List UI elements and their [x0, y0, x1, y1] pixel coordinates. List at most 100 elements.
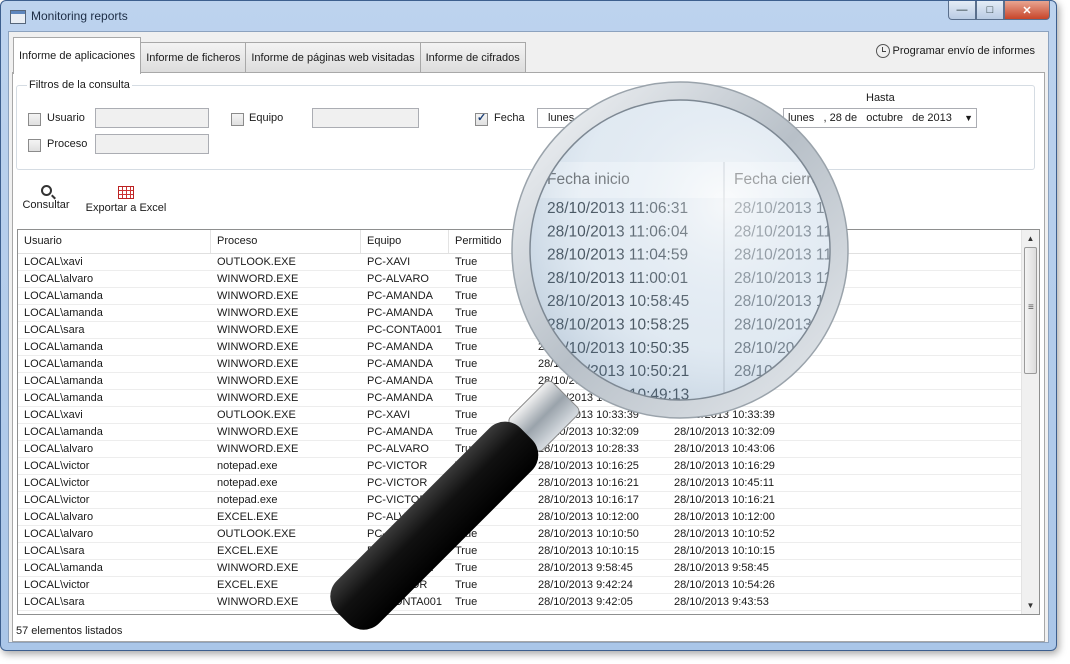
cell-proceso: WINWORD.EXE: [217, 341, 299, 353]
table-row[interactable]: LOCAL\amanda WINWORD.EXE PC-AMANDA True 28/1…: [18, 373, 1022, 390]
column-header-usuario[interactable]: Usuario: [18, 230, 211, 253]
cell-fecha-cierre: 28/10/20: [674, 358, 717, 370]
cell-proceso: WINWORD.EXE: [217, 290, 299, 302]
table-row[interactable]: LOCAL\sara WINWORD.EXE PC-CONTA001 True 28/1…: [18, 322, 1022, 339]
table-row[interactable]: LOCAL\amanda WINWORD.EXE PC-AMANDA True 28/1…: [18, 288, 1022, 305]
query-filters-group: Filtros de la consulta Usuario Equipo Pr…: [16, 79, 1035, 170]
table-row[interactable]: LOCAL\victor notepad.exe PC-VICTOR True 28/1…: [18, 492, 1022, 509]
cell-fecha-inicio: 28/10/2013 11:06:04: [538, 273, 639, 285]
schedule-reports-link[interactable]: Programar envío de informes: [875, 44, 1035, 58]
status-text: 57 elementos listados: [16, 625, 123, 637]
table-row[interactable]: LOCAL\alvaro EXCEL.EXE PC-ALVARO True 28/10/…: [18, 509, 1022, 526]
cell-proceso: OUTLOOK.EXE: [217, 256, 296, 268]
minimize-button[interactable]: —: [948, 1, 976, 20]
equipo-checkbox[interactable]: [231, 113, 244, 126]
export-excel-button[interactable]: Exportar a Excel: [85, 185, 167, 214]
close-button[interactable]: ✕: [1004, 1, 1050, 20]
cell-permitido: True: [455, 409, 478, 421]
cell-usuario: LOCAL\alvaro: [24, 443, 94, 455]
tab-informe-ficheros[interactable]: Informe de ficheros: [140, 42, 247, 73]
cell-usuario: LOCAL\amanda: [24, 307, 103, 319]
cell-fecha-inicio: 28/10/2013 9:58:45: [538, 562, 633, 574]
table-row[interactable]: LOCAL\alvaro WINWORD.EXE PC-ALVARO True 28/1…: [18, 441, 1022, 458]
tab-informe-aplicaciones[interactable]: Informe de aplicaciones: [13, 37, 142, 74]
cell-usuario: LOCAL\amanda: [24, 375, 103, 387]
cell-proceso: EXCEL.EXE: [217, 511, 279, 523]
cell-permitido: True: [455, 324, 478, 336]
table-row[interactable]: LOCAL\amanda WINWORD.EXE PC-AMANDA True 28/1…: [18, 390, 1022, 407]
table-row[interactable]: LOCAL\amanda WINWORD.EXE PC-AMANDA True 28/1…: [18, 339, 1022, 356]
usuario-input[interactable]: [95, 108, 209, 128]
cell-fecha-cierre: 28/10/2013 10:32:09: [674, 426, 775, 438]
cell-fecha-cierre: 28/10/2013 11: [674, 290, 744, 302]
table-row[interactable]: LOCAL\amanda WINWORD.EXE PC-AMANDA True 28/1…: [18, 560, 1022, 577]
cell-fecha-inicio: 28/10/2013 11:06:31: [538, 256, 639, 268]
cell-permitido: True: [455, 596, 478, 608]
cell-fecha-cierre: [668, 390, 834, 406]
maximize-button[interactable]: □: [976, 1, 1004, 20]
cell-fecha-cierre: 28/10/2013 10:43:06: [674, 443, 775, 455]
results-grid[interactable]: Usuario Proceso Equipo Permitido Fecha i…: [17, 229, 1040, 615]
cell-permitido: True: [455, 375, 478, 387]
cell-fecha-cierre: 28/10/2013: [674, 341, 730, 353]
table-row[interactable]: LOCAL\amanda WINWORD.EXE PC-AMANDA True 28/1…: [18, 424, 1022, 441]
table-row[interactable]: LOCAL\sara EXCEL.EXE PC-CONTA001 True 28/10/…: [18, 543, 1022, 560]
cell-permitido: True: [455, 341, 478, 353]
table-row[interactable]: LOCAL\xavi OUTLOOK.EXE PC-XAVI True 28/10/20…: [18, 254, 1022, 271]
table-row[interactable]: LOCAL\alvaro WINWORD.EXE PC-ALVARO True 28/1…: [18, 271, 1022, 288]
fecha-desde-picker[interactable]: lunes: [537, 108, 597, 128]
table-row[interactable]: LOCAL\victor EXCEL.EXE PC-VICTOR True 28/10/…: [18, 577, 1022, 594]
column-header-equipo[interactable]: Equipo: [361, 230, 449, 253]
column-header-permitido[interactable]: Permitido: [449, 230, 532, 253]
cell-usuario: LOCAL\amanda: [24, 290, 103, 302]
fecha-label: Fecha: [494, 112, 525, 124]
title-bar[interactable]: Monitoring reports — □ ✕: [1, 1, 1056, 31]
cell-fecha-inicio: 28/10/2013 11:04:59: [538, 290, 639, 302]
cell-equipo: PC-ALVARO: [367, 528, 429, 540]
fecha-hasta-picker[interactable]: lunes , 28 de octubre de 2013 ▼: [783, 108, 977, 128]
scroll-down-icon[interactable]: ▼: [1022, 597, 1039, 614]
fecha-checkbox[interactable]: [475, 111, 488, 126]
proceso-checkbox[interactable]: [28, 139, 41, 152]
tab-informe-cifrados[interactable]: Informe de cifrados: [419, 42, 526, 73]
cell-permitido: True: [455, 562, 478, 574]
column-header-proceso[interactable]: Proceso: [211, 230, 361, 253]
cell-fecha-cierre: 28/10/2013 10:10:52: [674, 528, 775, 540]
table-row[interactable]: LOCAL\xavi OUTLOOK.EXE PC-XAVI True 28/10/20…: [18, 407, 1022, 424]
scroll-up-icon[interactable]: ▲: [1022, 230, 1039, 247]
table-row[interactable]: LOCAL\victor notepad.exe PC-VICTOR True 28/1…: [18, 475, 1022, 492]
table-row[interactable]: LOCAL\sara WINWORD.EXE PC-CONTA001 True 28/1…: [18, 594, 1022, 611]
vertical-scrollbar[interactable]: ▲ ▼: [1021, 230, 1039, 614]
table-row[interactable]: LOCAL\alvaro OUTLOOK.EXE PC-ALVARO True 28/1…: [18, 526, 1022, 543]
column-header-fecha-inicio[interactable]: Fecha inicio: [532, 230, 668, 253]
cell-equipo: PC-VICTOR: [367, 477, 428, 489]
cell-fecha-inicio: 28/10/2013 10:58:25: [538, 341, 639, 353]
cell-fecha-inicio: 28/10/2013 10:50:21: [538, 375, 639, 387]
scroll-thumb[interactable]: [1024, 247, 1037, 374]
cell-fecha-inicio: 28/10/2013 10:16:17: [538, 494, 639, 506]
cell-fecha-cierre: 28/10/2013 9:43:53: [674, 596, 769, 608]
grid-header: Usuario Proceso Equipo Permitido Fecha i…: [18, 230, 1022, 254]
cell-equipo: PC-AMANDA: [367, 392, 434, 404]
equipo-input[interactable]: [312, 108, 419, 128]
consultar-button[interactable]: Consultar: [19, 185, 73, 211]
table-row[interactable]: LOCAL\amanda WINWORD.EXE PC-AMANDA True 28/1…: [18, 356, 1022, 373]
cell-proceso: EXCEL.EXE: [217, 545, 279, 557]
cell-proceso: WINWORD.EXE: [217, 562, 299, 574]
cell-equipo: PC-AMANDA: [367, 290, 434, 302]
table-row[interactable]: LOCAL\victor notepad.exe PC-VICTOR True 28/1…: [18, 458, 1022, 475]
table-row[interactable]: LOCAL\amanda WINWORD.EXE PC-AMANDA True 28/1…: [18, 305, 1022, 322]
tab-informe-paginas-web[interactable]: Informe de páginas web visitadas: [245, 42, 421, 73]
proceso-input[interactable]: [95, 134, 209, 154]
cell-fecha-cierre: 28/10/2013 11: [674, 273, 744, 285]
cell-equipo: PC-AMANDA: [367, 426, 434, 438]
cell-usuario: LOCAL\amanda: [24, 562, 103, 574]
cell-proceso: WINWORD.EXE: [217, 307, 299, 319]
usuario-checkbox[interactable]: [28, 113, 41, 126]
column-header-fecha-cierre[interactable]: Fecha cierre: [668, 230, 828, 253]
cell-usuario: LOCAL\victor: [24, 460, 90, 472]
cell-fecha-inicio: 28/10/2013 10:12:00: [538, 511, 639, 523]
cell-permitido: True: [455, 273, 478, 285]
cell-permitido: True: [455, 290, 478, 302]
cell-equipo: PC-XAVI: [367, 256, 411, 268]
